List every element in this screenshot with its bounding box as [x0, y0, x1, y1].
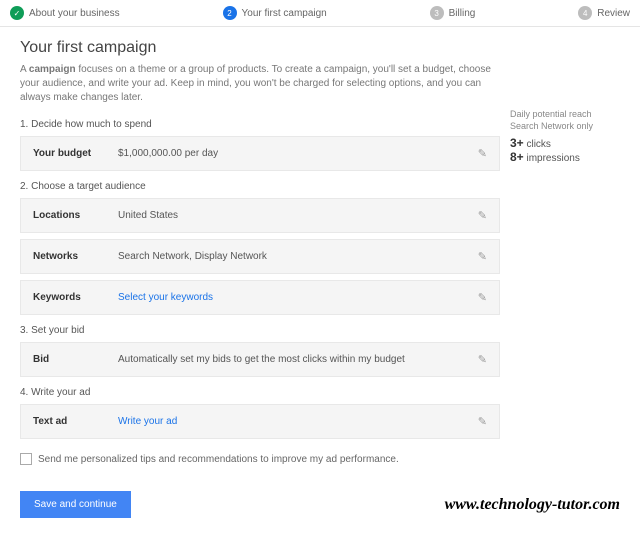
step-label: Billing — [449, 8, 476, 19]
step-label: Review — [597, 8, 630, 19]
step-review[interactable]: 4 Review — [578, 6, 630, 20]
pencil-icon[interactable]: ✎ — [478, 147, 487, 160]
sidebar-title: Daily potential reach Search Network onl… — [510, 109, 620, 132]
step-about[interactable]: ✓ About your business — [10, 6, 120, 20]
card-link[interactable]: Select your keywords — [118, 292, 478, 303]
page-title: Your first campaign — [20, 39, 500, 57]
pencil-icon[interactable]: ✎ — [478, 291, 487, 304]
step-number-icon: 2 — [223, 6, 237, 20]
card-label: Text ad — [33, 416, 118, 427]
card-bid[interactable]: Bid Automatically set my bids to get the… — [20, 342, 500, 377]
step-billing[interactable]: 3 Billing — [430, 6, 476, 20]
tips-label: Send me personalized tips and recommenda… — [38, 454, 399, 465]
section-ad-title: 4. Write your ad — [20, 387, 500, 398]
card-textad[interactable]: Text ad Write your ad ✎ — [20, 404, 500, 439]
card-value: $1,000,000.00 per day — [118, 148, 478, 159]
card-value: Search Network, Display Network — [118, 251, 478, 262]
check-icon: ✓ — [10, 6, 24, 20]
intro-text: A campaign focuses on a theme or a group… — [20, 63, 500, 105]
section-budget-title: 1. Decide how much to spend — [20, 119, 500, 130]
step-label: About your business — [29, 8, 120, 19]
card-link[interactable]: Write your ad — [118, 416, 478, 427]
pencil-icon[interactable]: ✎ — [478, 415, 487, 428]
tips-checkbox[interactable] — [20, 453, 32, 465]
sidebar: Daily potential reach Search Network onl… — [510, 39, 620, 479]
step-number-icon: 4 — [578, 6, 592, 20]
card-label: Keywords — [33, 292, 118, 303]
step-number-icon: 3 — [430, 6, 444, 20]
card-value: Automatically set my bids to get the mos… — [118, 354, 478, 365]
card-networks[interactable]: Networks Search Network, Display Network… — [20, 239, 500, 274]
card-label: Locations — [33, 210, 118, 221]
content: Your first campaign A campaign focuses o… — [20, 39, 500, 479]
metric-clicks: 3+ clicks — [510, 136, 620, 150]
pencil-icon[interactable]: ✎ — [478, 353, 487, 366]
section-bid-title: 3. Set your bid — [20, 325, 500, 336]
card-value: United States — [118, 210, 478, 221]
metric-impressions: 8+ impressions — [510, 150, 620, 164]
pencil-icon[interactable]: ✎ — [478, 250, 487, 263]
tips-row: Send me personalized tips and recommenda… — [20, 453, 500, 465]
card-budget[interactable]: Your budget $1,000,000.00 per day ✎ — [20, 136, 500, 171]
card-label: Networks — [33, 251, 118, 262]
card-locations[interactable]: Locations United States ✎ — [20, 198, 500, 233]
card-label: Your budget — [33, 148, 118, 159]
card-label: Bid — [33, 354, 118, 365]
step-label: Your first campaign — [242, 8, 327, 19]
card-keywords[interactable]: Keywords Select your keywords ✎ — [20, 280, 500, 315]
pencil-icon[interactable]: ✎ — [478, 209, 487, 222]
step-campaign[interactable]: 2 Your first campaign — [223, 6, 327, 20]
section-audience-title: 2. Choose a target audience — [20, 181, 500, 192]
stepper: ✓ About your business 2 Your first campa… — [0, 0, 640, 27]
